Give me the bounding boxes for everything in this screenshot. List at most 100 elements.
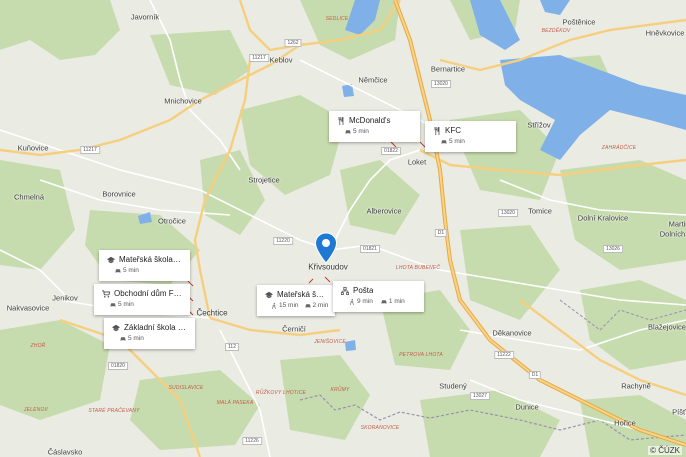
location-pin-icon[interactable] [314,232,338,264]
road-number: 11217 [80,146,100,154]
place-label: Černičí [282,324,306,334]
place-label: Němčice [358,75,388,85]
place-label: Bernartice [430,64,466,74]
car-icon [441,139,447,144]
place-label: Alberovice [366,206,402,216]
poi-title: Mateřská škola Č... [119,255,182,264]
place-label: Dolních K [659,229,686,239]
poi-card-materska-skola[interactable]: Mateřská škola 15 min 2 min [257,285,335,316]
travel-time: 5 min [353,128,369,135]
poi-title: Obchodní dům Fr... [114,289,182,298]
place-label: JENIŠOVICE [314,339,346,345]
school-icon [265,291,273,298]
place-label: Čechtice [196,308,228,318]
restaurant-icon [338,116,344,125]
road-number: D1 [434,229,448,237]
travel-time: 5 min [128,335,144,342]
place-label: Děkanovice [492,328,532,338]
place-label: Otročice [158,216,186,226]
road-number: 112 [225,343,239,351]
place-label: Dolní Kralovice [577,213,629,223]
place-label: Rachyně [621,381,651,391]
poi-card-zakladni-skola[interactable]: Základní škola Če... 5 min [104,318,195,349]
place-label: Hněvkovice [645,28,685,38]
place-label: Studený [439,381,467,391]
travel-time: 2 min [312,302,329,309]
place-label: LHOTA BUBENEČ [395,265,441,271]
road-number: 13027 [470,392,490,400]
walk-icon [349,298,355,305]
shopping-cart-icon [102,289,110,298]
road-number: 13020 [431,80,451,88]
road-number: 11220 [273,237,293,245]
poi-card-obchodni-dum[interactable]: Obchodní dům Fr... 5 min [94,284,190,315]
poi-title: KFC [445,126,461,135]
poi-title: Pošta [353,286,374,295]
place-label: SEDLICE [325,16,349,22]
car-icon [120,336,126,341]
place-label: Chmelná [13,192,45,202]
place-label: Borovnice [102,189,136,199]
place-label: Keblov [269,55,293,65]
place-label: Čáslavsko [47,447,83,457]
school-icon [112,324,120,331]
road-number: 11222 [494,351,514,359]
road-number: 13026 [603,245,623,253]
place-label: RŮŽKOVY LHOTICE [255,390,307,396]
place-label: SUDISLAVICE [168,385,204,391]
place-label: Kuňovice [17,143,49,153]
place-label: ZAHRÁDČICE [601,145,637,151]
place-label: ZHOŘ [30,343,46,349]
road-number: 01820 [108,362,128,370]
travel-time: 1 min [388,298,405,305]
poi-title: Základní škola Če... [124,323,187,332]
place-label: Střížov [527,120,551,130]
place-label: Javorník [130,12,160,22]
road-number: 01822 [381,147,401,155]
place-label: PETROVA LHOTA [399,352,443,358]
poi-card-posta[interactable]: Pošta 9 min 1 min [333,281,424,312]
travel-time: 5 min [449,138,465,145]
place-label: KRŮMY [330,387,350,393]
place-label: MALÁ PASEKA [216,400,254,406]
place-label: SKORANOVICE [360,425,400,431]
road-number: 13020 [498,209,518,217]
road-number: 01821 [360,245,380,253]
place-label: Loket [407,157,427,167]
road-number: 11226 [242,437,262,445]
place-label: Blažejovice [648,322,686,332]
car-icon [115,268,121,273]
poi-title: McDonald's [349,116,391,125]
place-label: BEZDĚKOV [541,28,571,34]
place-label: Poštěnice [562,17,596,27]
place-label: Strojetice [248,175,280,185]
place-label: STARÉ PRAČEVANY [88,408,140,414]
poi-card-mcdonalds[interactable]: McDonald's 5 min [329,111,420,142]
post-office-icon [341,286,349,295]
restaurant-icon [434,126,440,135]
place-label: Nakvasovice [6,303,50,313]
map-copyright: © ČÚZK [648,446,682,455]
place-label: JELENOV [23,407,49,413]
poi-title: Mateřská škola [277,290,327,299]
place-label: Hořice [614,418,636,428]
place-label: Dunice [515,402,539,412]
school-icon [107,256,115,263]
car-icon [305,303,310,308]
road-number: D1 [528,371,542,379]
travel-time: 5 min [123,267,139,274]
travel-time: 5 min [118,301,134,308]
poi-card-kfc[interactable]: KFC 5 min [425,121,516,152]
place-label: Jenikov [52,293,78,303]
place-label: Martin [668,219,686,229]
road-number: 1262 [284,39,302,47]
walk-time: 15 min [279,302,299,309]
place-label: Píšť [672,407,686,417]
place-label: Tomice [528,206,552,216]
car-icon [345,129,351,134]
walk-icon [271,302,277,309]
car-icon [110,302,116,307]
car-icon [381,299,387,304]
poi-card-materska-skola-c[interactable]: Mateřská škola Č... 5 min [99,250,190,281]
place-label: Mnichovice [164,96,202,106]
